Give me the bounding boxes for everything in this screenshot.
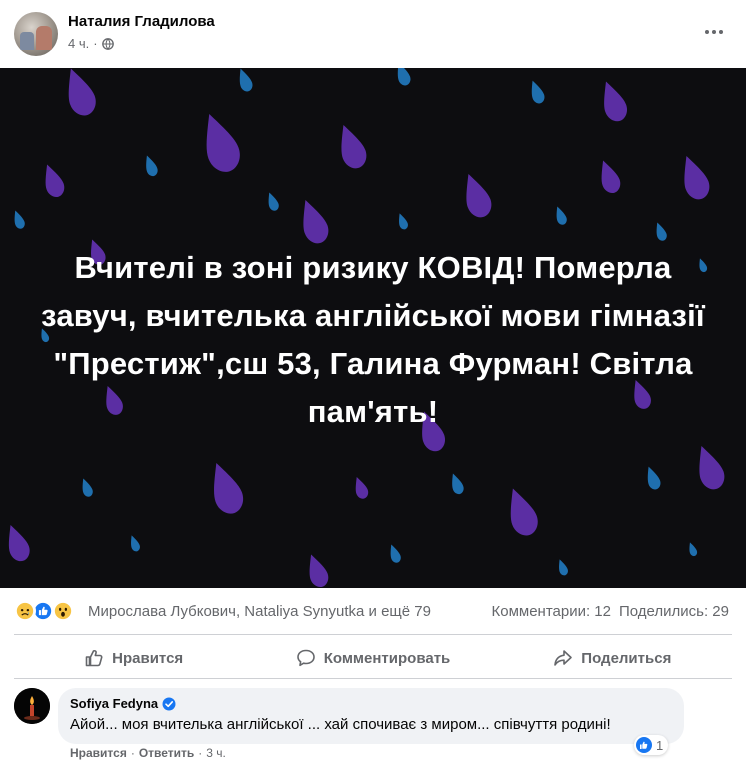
like-button-label: Нравится — [112, 649, 184, 667]
comment-actions: Нравится · Ответить · 3 ч. — [70, 746, 226, 760]
comment-button[interactable]: Комментировать — [253, 640, 492, 676]
post-meta: 4 ч. · — [68, 36, 114, 51]
post-header: Наталия Гладилова 4 ч. · — [0, 0, 746, 68]
comment-like-link[interactable]: Нравится — [70, 746, 127, 760]
more-options-icon[interactable] — [700, 20, 728, 44]
candle-icon — [14, 688, 50, 724]
comment: Sofiya Fedyna Айой... моя вчителька англ… — [14, 688, 734, 760]
like-icon — [636, 737, 652, 753]
share-button[interactable]: Поделиться — [493, 640, 732, 676]
reactions-summary: Мирослава Лубкович, Nataliya Synyutka и … — [0, 592, 746, 632]
commenter-name[interactable]: Sofiya Fedyna — [70, 696, 158, 711]
sad-icon — [14, 600, 36, 622]
engagement-counts: Комментарии: 12 Поделились: 29 — [492, 603, 730, 620]
wow-icon — [52, 600, 74, 622]
thumbs-up-icon — [85, 649, 103, 667]
comment-like-count: 1 — [656, 737, 664, 753]
post-time[interactable]: 4 ч. — [68, 36, 89, 51]
comment-button-label: Комментировать — [323, 649, 451, 667]
comment-bubble: Sofiya Fedyna Айой... моя вчителька англ… — [58, 688, 684, 744]
comment-sep-1: · — [130, 746, 135, 760]
author-avatar[interactable] — [14, 12, 58, 56]
share-button-label: Поделиться — [581, 649, 672, 667]
meta-separator: · — [93, 36, 98, 51]
divider-top — [14, 634, 732, 635]
shares-count[interactable]: Поделились: 29 — [619, 603, 729, 620]
globe-icon[interactable] — [101, 37, 114, 50]
like-button[interactable]: Нравится — [14, 640, 253, 676]
commenter-avatar[interactable] — [14, 688, 50, 724]
post-image-text: Вчителі в зоні ризику КОВІД! Померла зав… — [41, 250, 705, 429]
reaction-icons[interactable] — [14, 600, 80, 622]
verified-badge-icon — [162, 697, 176, 710]
comment-sep-2: · — [198, 746, 203, 760]
post-actions: Нравится Комментировать Поделиться — [14, 640, 732, 676]
comment-text: Айой... моя вчителька англійської ... ха… — [70, 716, 611, 733]
author-name[interactable]: Наталия Гладилова — [68, 13, 215, 30]
comment-icon — [296, 649, 315, 667]
comment-reply-link[interactable]: Ответить — [139, 746, 194, 760]
share-icon — [554, 650, 573, 666]
comments-count[interactable]: Комментарии: 12 — [492, 603, 612, 620]
reacted-names[interactable]: Мирослава Лубкович, Nataliya Synyutka и … — [88, 603, 431, 620]
comment-time[interactable]: 3 ч. — [206, 746, 226, 760]
comment-reaction-badge[interactable]: 1 — [634, 735, 669, 755]
divider-bottom — [14, 678, 732, 679]
post-image[interactable]: Вчителі в зоні ризику КОВІД! Померла зав… — [0, 68, 746, 588]
